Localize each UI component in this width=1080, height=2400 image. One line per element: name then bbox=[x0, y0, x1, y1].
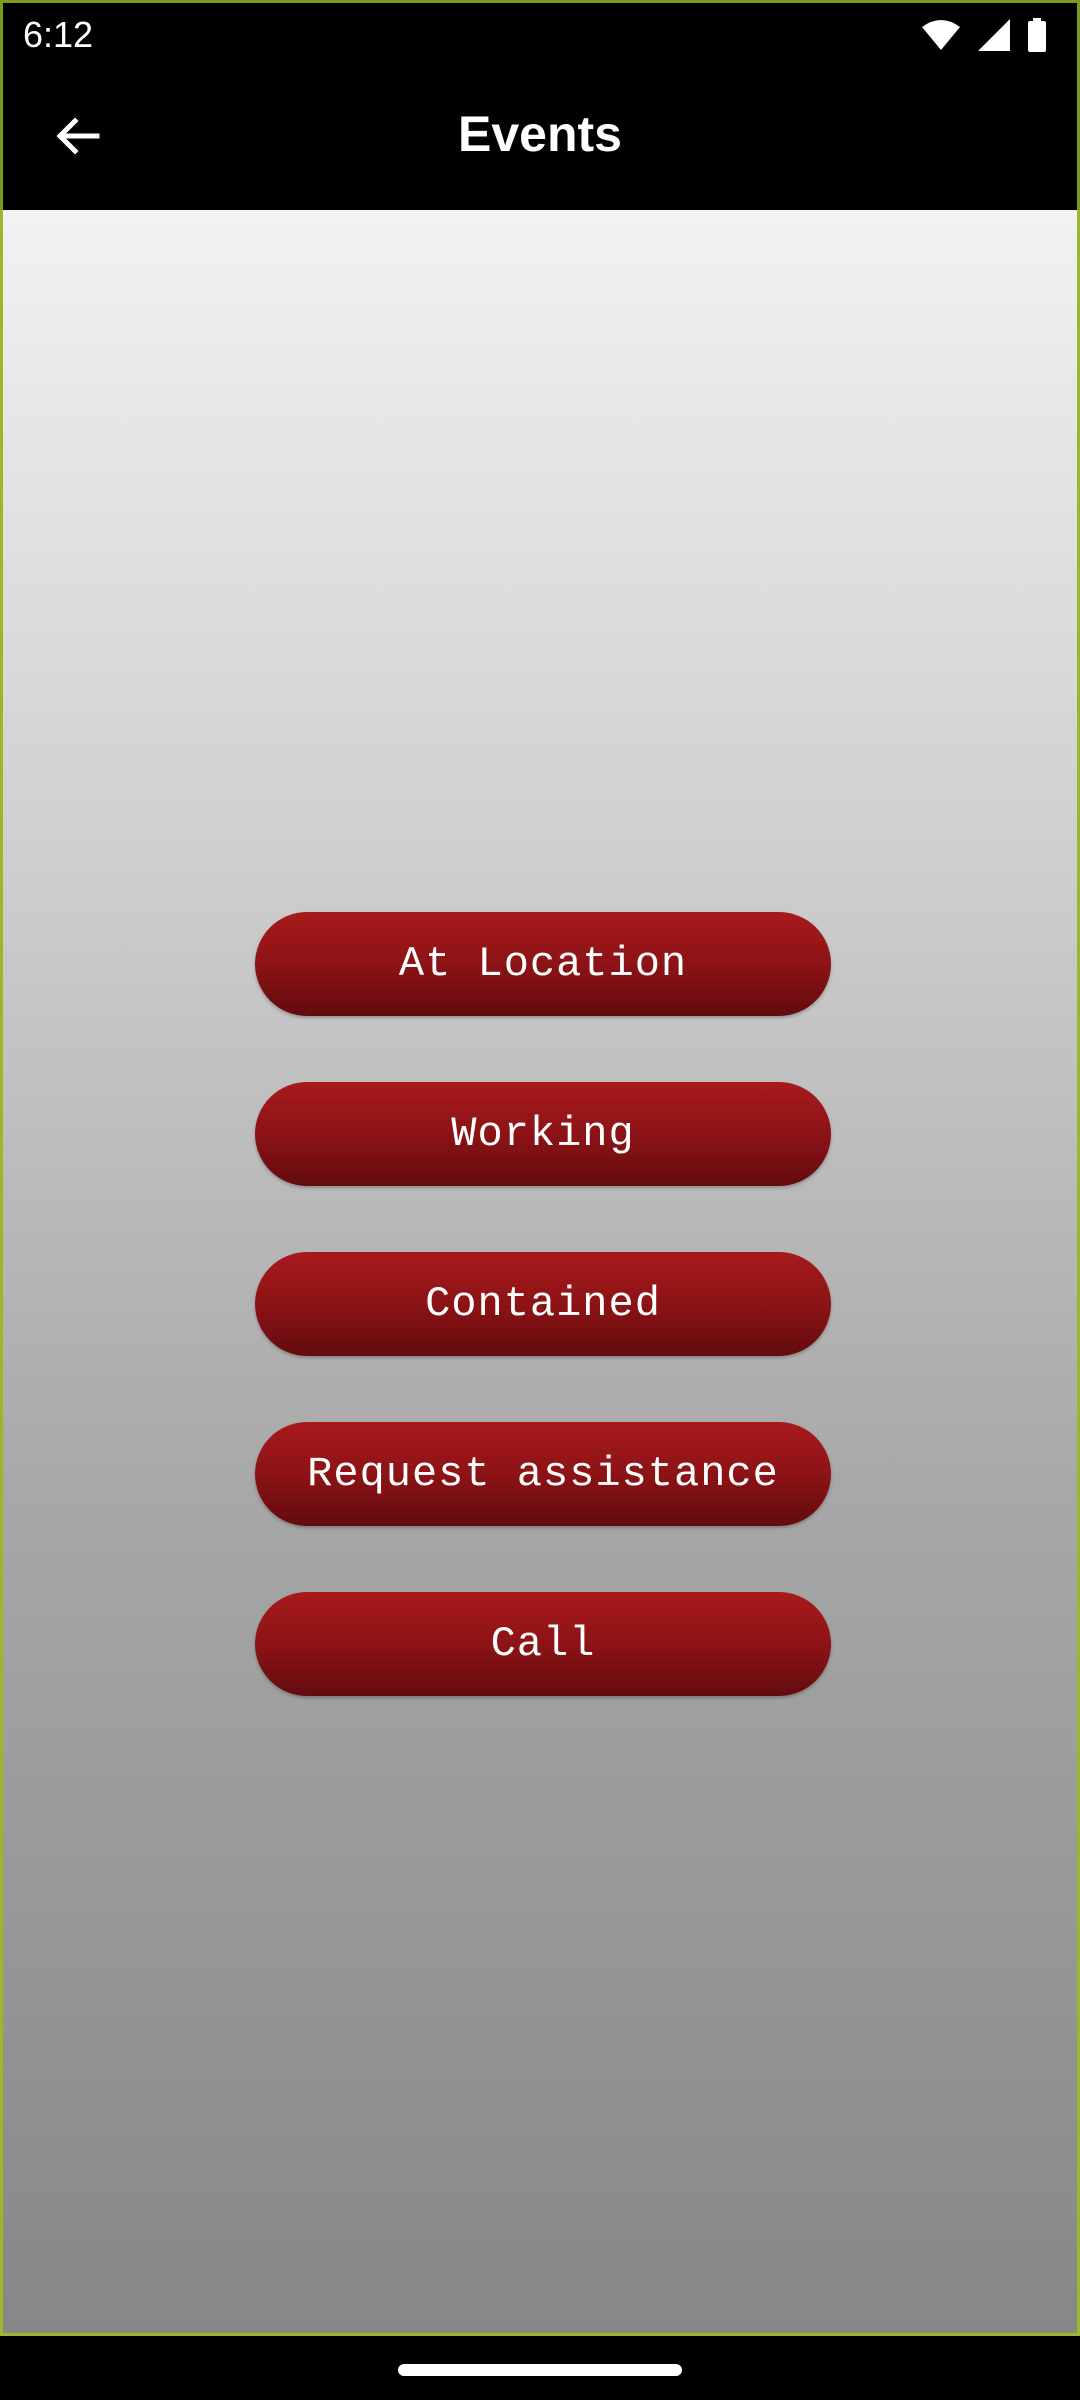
events-content: At Location Working Contained Request as… bbox=[0, 210, 1080, 2336]
status-time: 6:12 bbox=[23, 14, 94, 55]
at-location-button[interactable]: At Location bbox=[255, 912, 831, 1016]
navigation-bar bbox=[0, 2336, 1080, 2400]
wifi-icon bbox=[921, 19, 961, 51]
page-title: Events bbox=[458, 106, 622, 162]
request-assistance-button[interactable]: Request assistance bbox=[255, 1422, 831, 1526]
home-indicator[interactable] bbox=[398, 2364, 682, 2376]
app-bar: Events bbox=[0, 64, 1080, 210]
contained-button[interactable]: Contained bbox=[255, 1252, 831, 1356]
call-button[interactable]: Call bbox=[255, 1592, 831, 1696]
event-button-list: At Location Working Contained Request as… bbox=[255, 912, 831, 1696]
cellular-signal-icon bbox=[977, 18, 1011, 52]
working-button[interactable]: Working bbox=[255, 1082, 831, 1186]
battery-icon bbox=[1027, 18, 1047, 52]
screen: 6:12 Events At Location Working Containe… bbox=[0, 0, 1080, 2400]
status-icons bbox=[921, 15, 1047, 55]
status-bar: 6:12 bbox=[0, 0, 1080, 64]
